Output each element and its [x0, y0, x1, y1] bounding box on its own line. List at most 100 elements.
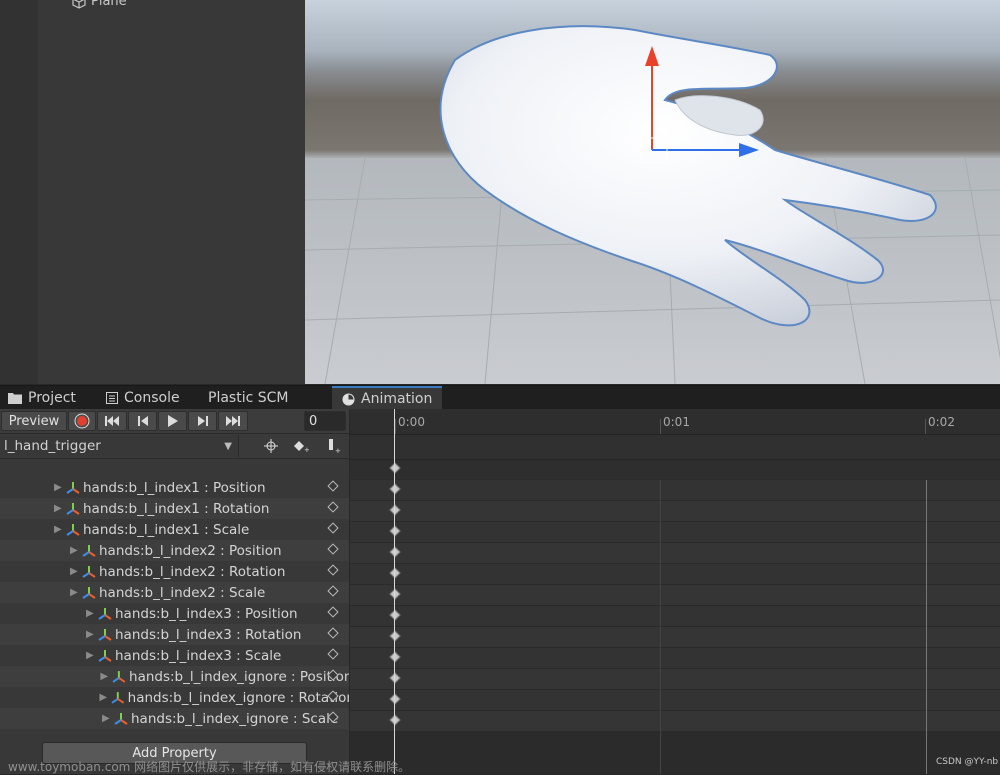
hierarchy-panel: Plane [0, 0, 305, 384]
scene-view[interactable] [305, 0, 1000, 384]
keyframe-toggle-icon[interactable] [327, 522, 339, 534]
keyframe-toggle-icon[interactable] [327, 543, 339, 555]
property-label: hands:b_l_index2 : Scale [99, 584, 266, 601]
expand-arrow-icon[interactable]: ▶ [102, 713, 114, 724]
keyframe-toggle-icon[interactable] [327, 480, 339, 492]
folder-icon [8, 393, 22, 404]
keyframe-track[interactable] [350, 669, 1000, 690]
expand-arrow-icon[interactable]: ▶ [86, 650, 98, 661]
transform-icon [111, 691, 125, 704]
expand-arrow-icon[interactable]: ▶ [70, 566, 82, 577]
property-label: hands:b_l_index2 : Rotation [99, 563, 286, 580]
keyframe-track[interactable] [350, 501, 1000, 522]
keyframe-track[interactable] [350, 585, 1000, 606]
clip-dropdown[interactable]: l_hand_trigger ▼ [0, 435, 239, 457]
clip-bar: l_hand_trigger ▼ + + [0, 434, 349, 459]
tick-label: 0:01 [663, 415, 690, 429]
property-label: hands:b_l_index3 : Position [115, 605, 298, 622]
property-row[interactable]: ▶ hands:b_l_index3 : Scale [0, 645, 349, 666]
keyframe-toggle-icon[interactable] [327, 606, 339, 618]
property-row[interactable]: ▶ hands:b_l_index3 : Rotation [0, 624, 349, 645]
first-keyframe-button[interactable] [97, 411, 127, 431]
transform-icon [66, 481, 80, 494]
filter-by-selection-button[interactable] [258, 436, 284, 456]
keyframe-track[interactable] [350, 543, 1000, 564]
add-keyframe-button[interactable]: + [288, 436, 314, 456]
preview-button[interactable]: Preview [1, 411, 67, 431]
frame-input[interactable]: 0 [304, 411, 346, 431]
play-icon [167, 415, 178, 427]
skip-back-icon [105, 416, 119, 426]
tab-console[interactable]: Console [106, 386, 180, 410]
keyframe-toggle-icon[interactable] [327, 648, 339, 660]
expand-arrow-icon[interactable]: ▶ [86, 608, 98, 619]
tab-project[interactable]: Project [8, 386, 76, 410]
keyframe-toggle-icon[interactable] [327, 627, 339, 639]
keyframe-track[interactable] [350, 711, 1000, 732]
property-row[interactable]: ▶ hands:b_l_index2 : Rotation [0, 561, 349, 582]
step-forward-icon [197, 416, 208, 426]
property-label: hands:b_l_index3 : Rotation [115, 626, 302, 643]
property-row[interactable]: ▶ hands:b_l_index_ignore : Scale [0, 708, 349, 729]
tick-label: 0:02 [928, 415, 955, 429]
keyframe-track[interactable] [350, 564, 1000, 585]
property-row[interactable]: ▶ hands:b_l_index_ignore : Rotation [0, 687, 349, 708]
keyframe-track[interactable] [350, 522, 1000, 543]
next-keyframe-button[interactable] [188, 411, 217, 431]
keyframe-track[interactable] [350, 480, 1000, 501]
property-label: hands:b_l_index3 : Scale [115, 647, 282, 664]
tick-label: 0:00 [398, 415, 425, 429]
keyframe-toggle-icon[interactable] [327, 564, 339, 576]
keyframe-track[interactable] [350, 648, 1000, 669]
expand-arrow-icon[interactable]: ▶ [86, 629, 98, 640]
expand-arrow-icon[interactable]: ▶ [100, 671, 112, 682]
tab-plastic-scm[interactable]: Plastic SCM [208, 386, 288, 410]
playhead[interactable] [394, 409, 395, 774]
hierarchy-gutter [0, 0, 38, 384]
add-event-button[interactable]: + [320, 436, 346, 456]
property-row[interactable]: ▶ hands:b_l_index_ignore : Position [0, 666, 349, 687]
property-label: hands:b_l_index_ignore : Position [129, 668, 349, 685]
keyframe-track[interactable] [350, 606, 1000, 627]
clock-icon [342, 393, 355, 405]
tab-animation[interactable]: Animation [332, 386, 443, 410]
expand-arrow-icon[interactable]: ▶ [54, 482, 66, 493]
transform-icon [82, 565, 96, 578]
property-row[interactable]: ▶ hands:b_l_index2 : Scale [0, 582, 349, 603]
tick-mark [660, 419, 661, 434]
skip-forward-icon [226, 416, 240, 426]
summary-track[interactable] [350, 460, 1000, 479]
last-keyframe-button[interactable] [218, 411, 248, 431]
property-row[interactable]: ▶ hands:b_l_index1 : Position [0, 477, 349, 498]
svg-text:+: + [304, 446, 309, 452]
keyframe-track[interactable] [350, 627, 1000, 648]
keyframe-toggle-icon[interactable] [327, 585, 339, 597]
property-label: hands:b_l_index_ignore : Rotation [127, 689, 349, 706]
play-button[interactable] [158, 411, 187, 431]
property-row[interactable]: ▶ hands:b_l_index3 : Position [0, 603, 349, 624]
transform-icon [66, 523, 80, 536]
property-row[interactable]: ▶ hands:b_l_index2 : Position [0, 540, 349, 561]
hierarchy-item-plane[interactable]: Plane [72, 0, 127, 9]
time-gridline [926, 480, 927, 774]
expand-arrow-icon[interactable]: ▶ [99, 692, 111, 703]
console-icon [106, 392, 118, 404]
clip-name: l_hand_trigger [4, 438, 101, 454]
expand-arrow-icon[interactable]: ▶ [70, 587, 82, 598]
property-label: hands:b_l_index1 : Scale [83, 521, 250, 538]
property-label: hands:b_l_index1 : Rotation [83, 500, 270, 517]
panel-tab-bar: Project Console Plastic SCM Animation [0, 385, 1000, 410]
prev-keyframe-button[interactable] [128, 411, 157, 431]
record-button[interactable] [68, 411, 96, 431]
keyframe-toggle-icon[interactable] [327, 501, 339, 513]
timeline-ruler[interactable]: 0:00 0:01 0:02 [350, 409, 1000, 435]
event-track[interactable] [350, 435, 1000, 460]
property-row[interactable]: ▶ hands:b_l_index1 : Rotation [0, 498, 349, 519]
property-label: hands:b_l_index1 : Position [83, 479, 266, 496]
property-row[interactable]: ▶ hands:b_l_index1 : Scale [0, 519, 349, 540]
expand-arrow-icon[interactable]: ▶ [70, 545, 82, 556]
transform-icon [98, 607, 112, 620]
keyframe-track[interactable] [350, 690, 1000, 711]
expand-arrow-icon[interactable]: ▶ [54, 503, 66, 514]
expand-arrow-icon[interactable]: ▶ [54, 524, 66, 535]
